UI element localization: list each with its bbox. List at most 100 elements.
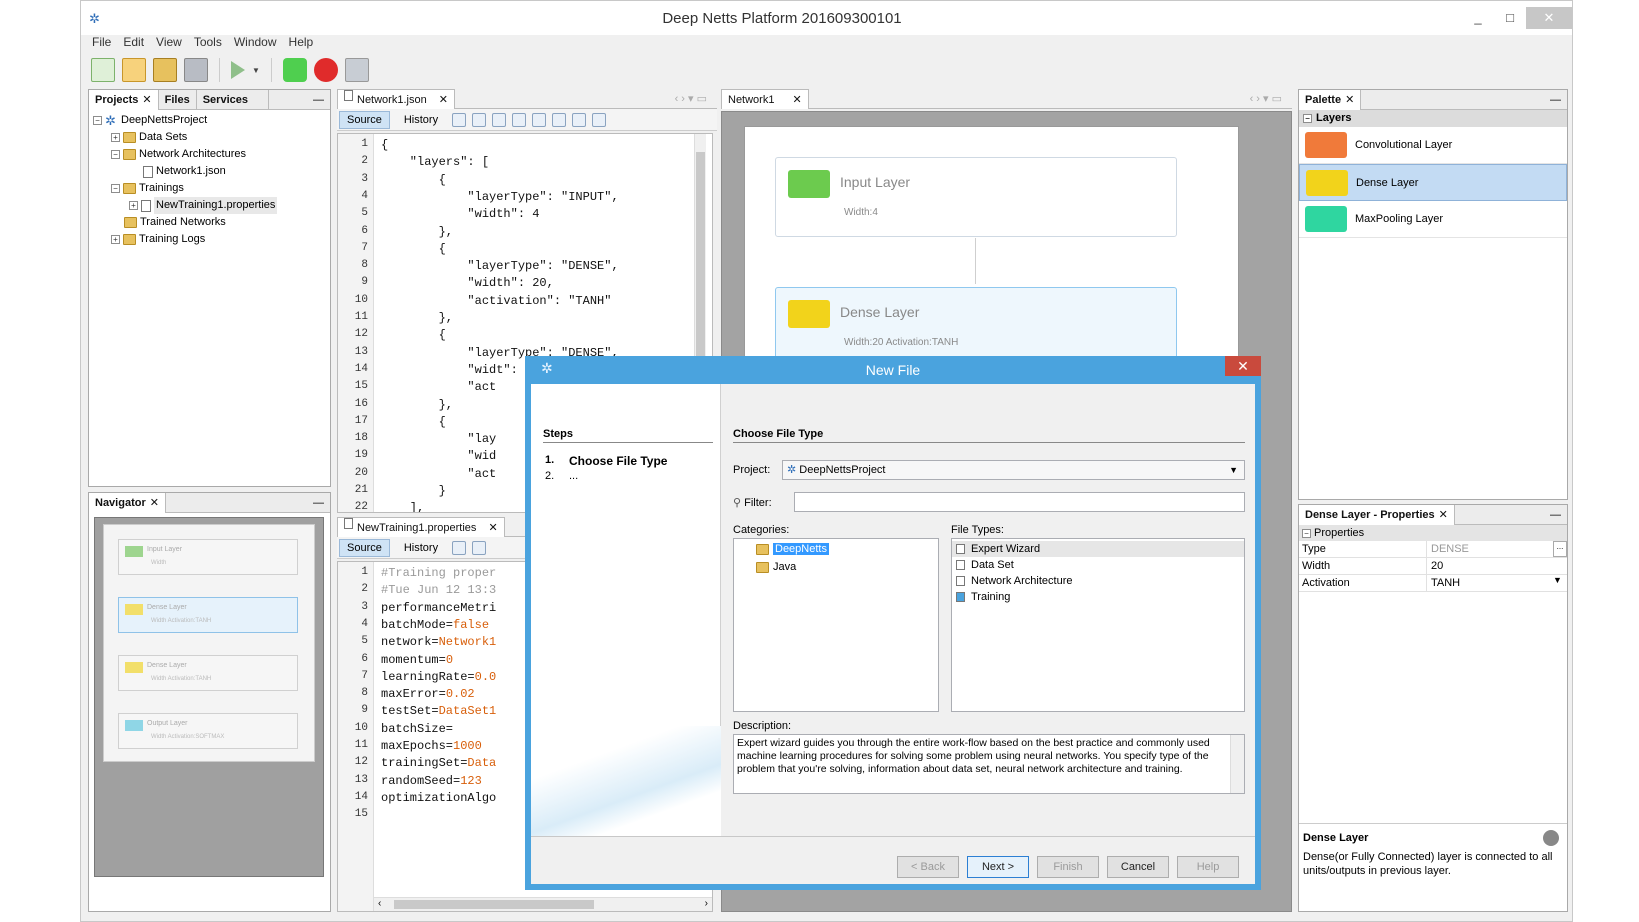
filetypes-list[interactable]: Expert Wizard Data Set Network Architect… bbox=[951, 538, 1245, 712]
code-line: { bbox=[381, 414, 446, 429]
line-number: 6 bbox=[361, 224, 368, 237]
palette-item-maxpool[interactable]: MaxPooling Layer bbox=[1299, 201, 1567, 238]
maximize-button[interactable]: □ bbox=[1494, 7, 1526, 29]
run-icon[interactable] bbox=[231, 61, 245, 79]
minimize-panel-icon[interactable]: — bbox=[1550, 94, 1561, 106]
tab-files[interactable]: Files bbox=[159, 89, 197, 110]
category-java[interactable]: Java bbox=[756, 561, 796, 573]
minimize-button[interactable]: _ bbox=[1462, 7, 1494, 29]
prop-row-width[interactable]: Width 20 bbox=[1299, 558, 1567, 575]
tab-network1[interactable]: Network1 ✕ bbox=[721, 88, 809, 109]
find-next-icon[interactable] bbox=[532, 112, 547, 127]
palette-group-layers[interactable]: − Layers bbox=[1299, 110, 1567, 127]
tab-scroll-icons[interactable]: ‹ › ▾ ▭ bbox=[1250, 92, 1282, 105]
finish-button[interactable]: Finish bbox=[1037, 856, 1099, 878]
comment-icon[interactable] bbox=[592, 112, 607, 127]
open-project-icon[interactable] bbox=[153, 58, 177, 82]
minimize-panel-icon[interactable]: — bbox=[313, 497, 324, 509]
filetype-data-set[interactable]: Data Set bbox=[952, 557, 1244, 573]
forward-icon[interactable] bbox=[472, 112, 487, 127]
back-icon[interactable] bbox=[452, 540, 467, 555]
tree-item-training-logs[interactable]: + Training Logs bbox=[93, 231, 330, 248]
save-all-icon[interactable] bbox=[184, 58, 208, 82]
tree-item-newtraining1[interactable]: + NewTraining1.properties bbox=[93, 197, 330, 214]
tab-scroll-icons[interactable]: ‹ › ▾ ▭ bbox=[675, 92, 707, 105]
tab-navigator[interactable]: Navigator ✕ bbox=[89, 492, 166, 513]
menu-help[interactable]: Help bbox=[289, 35, 314, 53]
tab-projects[interactable]: Projects ✕ bbox=[89, 89, 159, 110]
pause-icon[interactable] bbox=[344, 58, 369, 82]
train-icon[interactable] bbox=[282, 58, 307, 82]
category-deepnetts[interactable]: DeepNetts bbox=[756, 543, 829, 555]
menu-bar: File Edit View Tools Window Help bbox=[81, 35, 1572, 53]
new-project-icon[interactable] bbox=[122, 58, 146, 82]
back-button[interactable]: < Back bbox=[897, 856, 959, 878]
menu-edit[interactable]: Edit bbox=[123, 35, 144, 53]
palette-item-conv[interactable]: Convolutional Layer bbox=[1299, 127, 1567, 164]
stop-icon[interactable] bbox=[313, 58, 338, 82]
projects-tabs: Projects ✕ Files Services — bbox=[89, 89, 330, 110]
properties-group[interactable]: − Properties bbox=[1299, 525, 1567, 541]
bookmark-icon[interactable] bbox=[572, 112, 587, 127]
code-line: }, bbox=[381, 397, 454, 412]
horizontal-scrollbar[interactable]: ‹ › bbox=[374, 897, 712, 911]
tree-item-network-architectures[interactable]: − Network Architectures bbox=[93, 146, 330, 163]
tree-item-network1-json[interactable]: Network1.json bbox=[93, 163, 330, 180]
source-button[interactable]: Source bbox=[339, 538, 390, 557]
tree-item-trained-networks[interactable]: Trained Networks bbox=[93, 214, 330, 231]
run-dropdown-icon[interactable]: ▼ bbox=[252, 66, 260, 75]
node-dense-layer[interactable]: Dense Layer Width:20 Activation:TANH bbox=[775, 287, 1177, 367]
forward-icon[interactable] bbox=[472, 540, 487, 555]
categories-list[interactable]: DeepNetts Java bbox=[733, 538, 939, 712]
cancel-button[interactable]: Cancel bbox=[1107, 856, 1169, 878]
node-sub: Width:4 bbox=[844, 207, 878, 218]
tab-palette[interactable]: Palette ✕ bbox=[1299, 89, 1362, 110]
back-icon[interactable] bbox=[452, 112, 467, 127]
minimize-panel-icon[interactable]: — bbox=[313, 94, 324, 106]
new-file-icon[interactable] bbox=[91, 58, 115, 82]
tab-services[interactable]: Services bbox=[197, 89, 269, 110]
line-number: 12 bbox=[354, 328, 368, 341]
ellipsis-button: ... bbox=[1553, 541, 1567, 557]
menu-window[interactable]: Window bbox=[234, 35, 277, 53]
tab-network1-json[interactable]: Network1.json ✕ bbox=[337, 88, 455, 109]
tree-item-project[interactable]: − ✲ DeepNettsProject bbox=[93, 112, 330, 129]
menu-tools[interactable]: Tools bbox=[194, 35, 222, 53]
node-input-layer[interactable]: Input Layer Width:4 bbox=[775, 157, 1177, 237]
tree-item-trainings[interactable]: − Trainings bbox=[93, 180, 330, 197]
menu-file[interactable]: File bbox=[92, 35, 111, 53]
toggle-highlight-icon[interactable] bbox=[552, 112, 567, 127]
code-line: { bbox=[381, 138, 389, 152]
folder-icon bbox=[124, 217, 137, 228]
description-scrollbar[interactable] bbox=[1230, 735, 1244, 793]
tab-newtraining1[interactable]: NewTraining1.properties ✕ bbox=[337, 516, 505, 537]
search-icon: ⚲ bbox=[733, 497, 742, 509]
help-button[interactable]: Help bbox=[1177, 856, 1239, 878]
code-line: #Tue Jun 12 13:3 bbox=[381, 583, 497, 598]
filetype-expert-wizard[interactable]: Expert Wizard bbox=[952, 541, 1244, 557]
source-button[interactable]: Source bbox=[339, 110, 390, 129]
filetype-network-architecture[interactable]: Network Architecture bbox=[952, 573, 1244, 589]
find-prev-icon[interactable] bbox=[512, 112, 527, 127]
tab-dense-properties[interactable]: Dense Layer - Properties ✕ bbox=[1299, 504, 1455, 525]
close-window-button[interactable]: ✕ bbox=[1526, 7, 1572, 29]
history-button[interactable]: History bbox=[396, 539, 446, 557]
prop-row-type[interactable]: Type DENSE... bbox=[1299, 541, 1567, 558]
prop-row-activation[interactable]: Activation TANH ▼ bbox=[1299, 575, 1567, 592]
menu-view[interactable]: View bbox=[156, 35, 182, 53]
search-icon[interactable] bbox=[492, 112, 507, 127]
minimize-panel-icon[interactable]: — bbox=[1550, 509, 1561, 521]
navigator-panel: Navigator ✕ — Input Layer Width Dense Laye… bbox=[88, 492, 331, 912]
tree-item-datasets[interactable]: + Data Sets bbox=[93, 129, 330, 146]
input-layer-icon bbox=[788, 170, 830, 198]
code-line: "layerType": "INPUT", bbox=[381, 189, 619, 204]
dialog-close-button[interactable]: ✕ bbox=[1225, 356, 1261, 376]
line-number: 13 bbox=[354, 773, 368, 786]
history-button[interactable]: History bbox=[396, 111, 446, 129]
navigator-viewport[interactable]: Input Layer Width Dense Layer Width Activa… bbox=[94, 517, 324, 877]
filetype-training[interactable]: Training bbox=[952, 589, 1244, 605]
project-select[interactable]: ✲ DeepNettsProject ▼ bbox=[782, 460, 1245, 480]
filter-input[interactable] bbox=[794, 492, 1245, 512]
next-button[interactable]: Next > bbox=[967, 856, 1029, 878]
palette-item-dense[interactable]: Dense Layer bbox=[1299, 164, 1567, 201]
